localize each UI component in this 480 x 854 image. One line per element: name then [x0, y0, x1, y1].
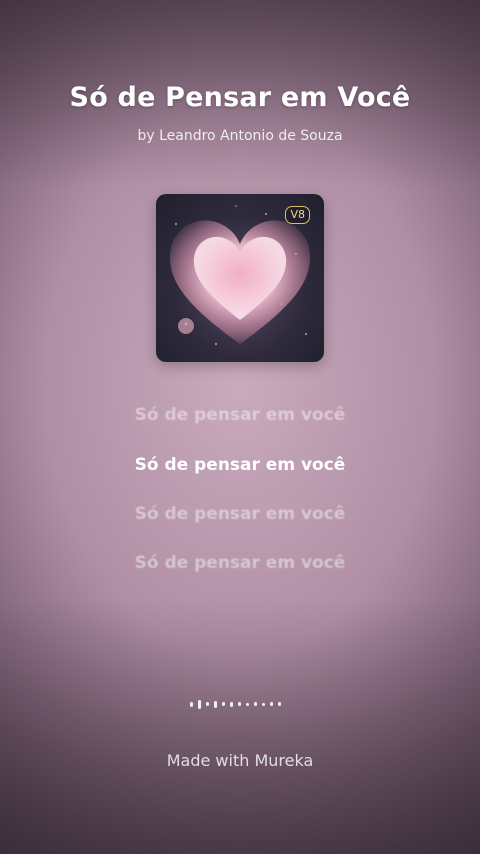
song-title: Só de Pensar em Você: [69, 82, 411, 113]
made-with-credit[interactable]: Made with Mureka: [0, 751, 480, 770]
lyric-line-previous[interactable]: Só de pensar em você: [0, 405, 480, 425]
lyric-line-next[interactable]: Só de pensar em você: [0, 504, 480, 524]
lyric-line-current[interactable]: Só de pensar em você: [0, 455, 480, 475]
version-badge: V8: [285, 206, 310, 224]
audio-waveform-icon: [190, 698, 290, 710]
album-cover[interactable]: V8: [156, 194, 324, 362]
lyric-line-upcoming[interactable]: Só de pensar em você: [0, 553, 480, 573]
song-artist: by Leandro Antonio de Souza: [137, 128, 343, 144]
